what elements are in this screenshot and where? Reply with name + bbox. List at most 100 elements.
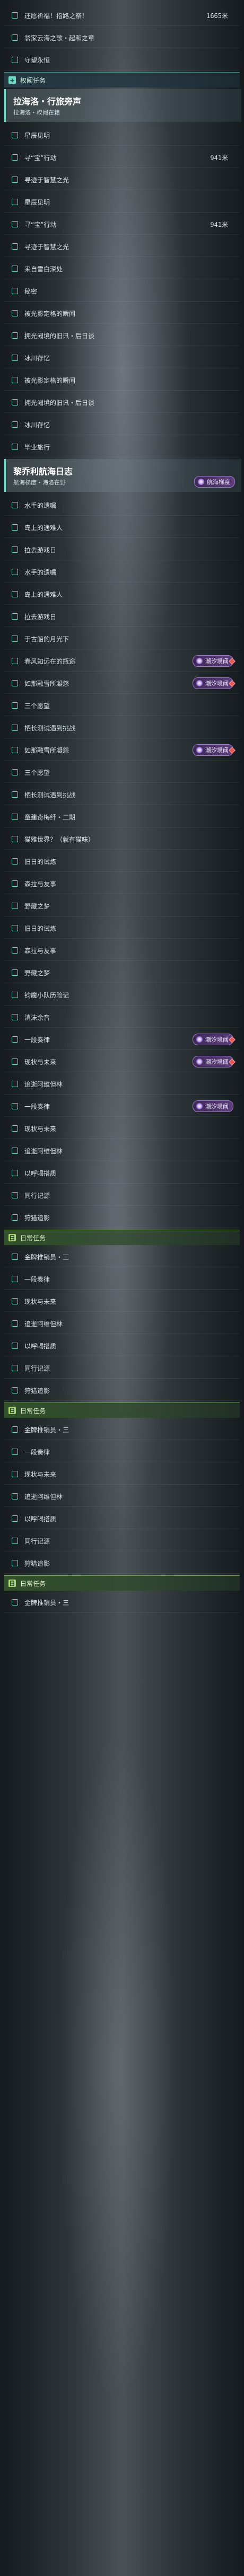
quest-row[interactable]: 一段奏律 潮汐境阈 [4,1096,240,1117]
checkbox-icon[interactable] [12,332,18,339]
quest-row[interactable]: 以呼喝搭质 [4,1336,240,1356]
checkbox-icon[interactable] [12,1515,18,1522]
checkbox-icon[interactable] [12,769,18,775]
quest-row[interactable]: 岛上的遇难人 [4,584,240,605]
checkbox-icon[interactable] [12,591,18,597]
quest-row[interactable]: 栖长测试遇到挑战 [4,784,240,805]
quest-row[interactable]: 钧魔小队历险记 [4,985,240,1005]
questline-header[interactable]: 黎乔利航海日志 航海梯度・海洛在野 航海梯度 [4,459,241,492]
checkbox-icon[interactable] [12,1365,18,1371]
quest-row[interactable]: 追逝阿维但林 [4,1313,240,1334]
checkbox-icon[interactable] [12,177,18,183]
quest-row[interactable]: 如那融雪所凝怨 潮汐境阈 [4,673,240,694]
checkbox-icon[interactable] [12,399,18,405]
checkbox-icon[interactable] [12,310,18,316]
questline-header[interactable]: 拉海洛・行旅旁声 拉海洛・权阈在籍 [4,89,241,122]
checkbox-icon[interactable] [12,502,18,508]
quest-row[interactable]: 现状与未来 潮汐境阈 [4,1052,240,1072]
checkbox-icon[interactable] [12,377,18,383]
quest-row[interactable]: 现状与未来 [4,1118,240,1139]
checkbox-icon[interactable] [12,1036,18,1043]
quest-row[interactable]: 春风知远在的瓶途 潮汐境阈 [4,651,240,672]
quest-row[interactable]: 岛上的遇难人 [4,517,240,538]
quest-row[interactable]: 消沫余音 [4,1007,240,1028]
checkbox-icon[interactable] [12,1148,18,1154]
quest-row[interactable]: 金牌推销员・三 [4,1592,240,1613]
quest-row[interactable]: 冰川存忆 [4,348,240,368]
checkbox-icon[interactable] [12,546,18,553]
quest-row[interactable]: 追逝阿维但林 [4,1486,240,1507]
checkbox-icon[interactable] [12,702,18,709]
quest-row[interactable]: 拥光阙境的旧讯・后日谈 [4,392,240,413]
quest-row[interactable]: 一段奏律 [4,1442,240,1462]
quest-row[interactable]: 同行记源 [4,1358,240,1379]
checkbox-icon[interactable] [12,1471,18,1477]
checkbox-icon[interactable] [12,636,18,642]
checkbox-icon[interactable] [12,1560,18,1566]
quest-row[interactable]: 一段奏律 [4,1269,240,1290]
quest-row[interactable]: 寻迹于智慧之光 [4,170,240,190]
quest-row[interactable]: 被光影定格的瞬间 [4,370,240,391]
quest-row[interactable]: 还愿祈福！指路之祭！ 1665米 [4,5,240,26]
checkbox-icon[interactable] [12,836,18,842]
quest-row[interactable]: 于古船的月光下 [4,629,240,649]
quest-row[interactable]: 星辰见明 [4,125,240,146]
quest-row[interactable]: 冰川存忆 [4,414,240,435]
quest-row[interactable]: 追逝阿维但林 [4,1074,240,1095]
checkbox-icon[interactable] [12,266,18,272]
checkbox-icon[interactable] [12,680,18,686]
checkbox-icon[interactable] [12,1343,18,1349]
checkbox-icon[interactable] [12,154,18,161]
quest-row[interactable]: 金牌推销员・三 [4,1247,240,1267]
section-header-daily[interactable]: 日日常任务 [4,1230,240,1245]
checkbox-icon[interactable] [12,1599,18,1605]
checkbox-icon[interactable] [12,132,18,138]
quest-row[interactable]: 寻迹于智慧之光 [4,236,240,257]
checkbox-icon[interactable] [12,569,18,575]
checkbox-icon[interactable] [12,1103,18,1109]
quest-row[interactable]: 现状与未来 [4,1464,240,1485]
quest-row[interactable]: 森拉与友事 [4,940,240,961]
quest-row[interactable]: 寻“宝”行动 941米 [4,147,240,168]
section-header-daily[interactable]: 日日常任务 [4,1402,240,1418]
checkbox-icon[interactable] [12,288,18,294]
checkbox-icon[interactable] [12,1387,18,1393]
quest-row[interactable]: 如那融雪所凝怨 潮汐境阈 [4,740,240,761]
checkbox-icon[interactable] [12,1298,18,1304]
checkbox-icon[interactable] [12,880,18,887]
checkbox-icon[interactable] [12,524,18,531]
section-header-main[interactable]: + 权阈任务 [4,72,240,87]
checkbox-icon[interactable] [12,1538,18,1544]
quest-row[interactable]: 寻“宝”行动 941米 [4,214,240,235]
quest-row[interactable]: 拉去游戏日 [4,540,240,560]
quest-row[interactable]: 水手的遗嘱 [4,562,240,583]
checkbox-icon[interactable] [12,747,18,753]
checkbox-icon[interactable] [12,613,18,620]
quest-row[interactable]: 狩猎追影 [4,1380,240,1401]
checkbox-icon[interactable] [12,791,18,798]
quest-row[interactable]: 水手的遗嘱 [4,495,240,516]
checkbox-icon[interactable] [12,725,18,731]
quest-row[interactable]: 拥光阙境的旧讯・后日谈 [4,325,240,346]
quest-row[interactable]: 被光影定格的瞬间 [4,303,240,324]
checkbox-icon[interactable] [12,421,18,428]
checkbox-icon[interactable] [12,1493,18,1499]
checkbox-icon[interactable] [12,925,18,931]
quest-row[interactable]: 守望永恒 [4,50,240,70]
checkbox-icon[interactable] [12,1254,18,1260]
checkbox-icon[interactable] [12,1125,18,1132]
checkbox-icon[interactable] [12,355,18,361]
checkbox-icon[interactable] [12,1426,18,1433]
checkbox-icon[interactable] [12,814,18,820]
quest-row[interactable]: 三个愿望 [4,695,240,716]
quest-row[interactable]: 金牌推销员・三 [4,1419,240,1440]
section-header-daily[interactable]: 日日常任务 [4,1575,240,1591]
checkbox-icon[interactable] [12,57,18,63]
checkbox-icon[interactable] [12,1214,18,1221]
quest-row[interactable]: 一段奏律 潮汐境阈 [4,1029,240,1050]
checkbox-icon[interactable] [12,1449,18,1455]
checkbox-icon[interactable] [12,12,18,19]
checkbox-icon[interactable] [12,947,18,954]
quest-row[interactable]: 同行记源 [4,1531,240,1551]
checkbox-icon[interactable] [12,1170,18,1176]
